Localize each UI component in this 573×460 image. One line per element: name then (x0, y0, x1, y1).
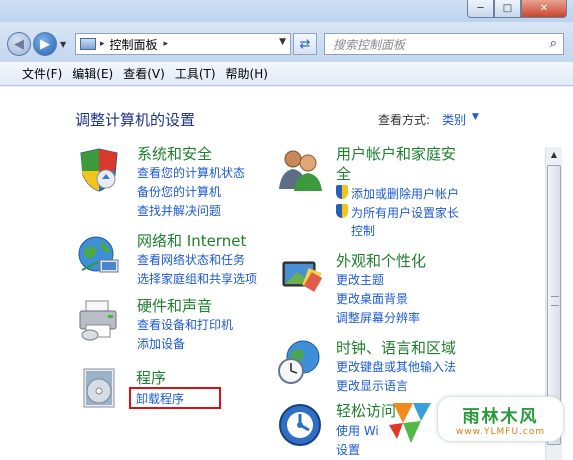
back-arrow-icon: ◀ (14, 36, 24, 52)
close-button[interactable]: ✕ (521, 0, 567, 18)
forward-button[interactable]: ▶ (33, 32, 57, 56)
view-by-label: 查看方式: (378, 113, 431, 127)
category-title-system[interactable]: 系统和安全 (137, 143, 212, 164)
menu-view[interactable]: 查看(V) (123, 65, 165, 82)
control-panel-icon (80, 38, 96, 50)
link-change-display-language[interactable]: 更改显示语言 (336, 377, 408, 394)
category-title-users[interactable]: 用户帐户和家庭安 (336, 143, 456, 164)
link-add-remove-accounts[interactable]: 添加或删除用户帐户 (351, 185, 459, 202)
clock-globe-icon[interactable] (277, 339, 323, 385)
link-homegroup-sharing[interactable]: 选择家庭组和共享选项 (137, 270, 257, 287)
category-network: 网络和 Internet 查看网络状态和任务 选择家庭组和共享选项 (76, 232, 276, 287)
link-change-desktop-background[interactable]: 更改桌面背景 (336, 290, 408, 307)
scroll-up-icon[interactable]: ▲ (546, 147, 562, 163)
link-change-keyboard-input[interactable]: 更改键盘或其他输入法 (336, 358, 456, 375)
link-screen-resolution[interactable]: 调整屏幕分辨率 (336, 309, 420, 326)
menu-help[interactable]: 帮助(H) (226, 65, 268, 82)
programs-disc-icon[interactable] (76, 365, 122, 411)
watermark-name: 雨林木风 (462, 406, 539, 427)
link-devices-printers[interactable]: 查看设备和打印机 (137, 316, 233, 333)
chevron-down-icon[interactable]: ▼ (472, 112, 479, 122)
navigation-bar: ◀ ▶ ▼ ▸ 控制面板 ▸ ▼ ⇄ 搜索控制面板 ⌕ (0, 22, 573, 62)
link-change-theme[interactable]: 更改主题 (336, 271, 384, 288)
link-parental-controls-continued[interactable]: 控制 (351, 222, 375, 239)
users-icon[interactable] (277, 147, 323, 193)
address-bar[interactable]: ▸ 控制面板 ▸ ▼ (75, 33, 291, 55)
breadcrumb-separator[interactable]: ▸ (164, 39, 169, 49)
link-ease-suggestions[interactable]: 使用 Wi (336, 422, 379, 439)
appearance-monitor-icon[interactable] (277, 252, 323, 298)
forward-arrow-icon: ▶ (40, 36, 50, 52)
link-parental-controls[interactable]: 为所有用户设置家长 (351, 204, 459, 221)
page-title: 调整计算机的设置 (75, 111, 196, 129)
printer-icon[interactable] (76, 297, 122, 343)
link-add-device[interactable]: 添加设备 (137, 335, 185, 352)
category-title-network[interactable]: 网络和 Internet (137, 230, 246, 251)
link-network-status[interactable]: 查看网络状态和任务 (137, 251, 245, 268)
link-backup-computer[interactable]: 备份您的计算机 (137, 183, 221, 200)
breadcrumb-separator[interactable]: ▸ (100, 39, 105, 49)
link-view-computer-status[interactable]: 查看您的计算机状态 (137, 164, 245, 181)
category-title-appearance[interactable]: 外观和个性化 (336, 250, 426, 271)
security-shield-icon[interactable] (76, 147, 122, 193)
uac-shield-icon (336, 185, 348, 199)
category-clock-language: 时钟、语言和区域 更改键盘或其他输入法 更改显示语言 (277, 339, 477, 394)
menu-file[interactable]: 文件(F) (22, 65, 62, 82)
uac-shield-icon (336, 204, 348, 218)
back-button[interactable]: ◀ (7, 32, 31, 56)
menu-edit[interactable]: 编辑(E) (72, 65, 113, 82)
category-hardware-sound: 硬件和声音 查看设备和打印机 添加设备 (76, 297, 276, 352)
magnifier-icon[interactable]: ⌕ (550, 36, 557, 51)
view-by-dropdown[interactable]: 类别 (442, 111, 466, 128)
ease-of-access-icon[interactable] (277, 402, 323, 448)
category-title-hardware[interactable]: 硬件和声音 (137, 295, 212, 316)
search-box[interactable]: 搜索控制面板 ⌕ (324, 33, 564, 55)
watermark-logo-icon (389, 403, 431, 443)
category-system-security: 系统和安全 查看您的计算机状态 备份您的计算机 查找并解决问题 (76, 145, 276, 227)
category-title-clock[interactable]: 时钟、语言和区域 (336, 337, 456, 358)
link-troubleshoot[interactable]: 查找并解决问题 (137, 202, 221, 219)
category-user-accounts: 用户帐户和家庭安 全 添加或删除用户帐户 为所有用户设置家长 控制 (277, 145, 477, 239)
menu-bar: 文件(F) 编辑(E) 查看(V) 工具(T) 帮助(H) (0, 62, 573, 86)
address-dropdown-icon[interactable]: ▼ (279, 37, 286, 47)
recent-pages-dropdown[interactable]: ▼ (60, 40, 66, 49)
refresh-icon: ⇄ (299, 36, 311, 52)
search-input[interactable]: 搜索控制面板 (333, 36, 405, 53)
menu-tools[interactable]: 工具(T) (175, 65, 216, 82)
maximize-button[interactable]: □ (494, 0, 521, 18)
refresh-button[interactable]: ⇄ (293, 33, 317, 55)
watermark-url: www.YLMFU.com (455, 426, 546, 437)
category-appearance: 外观和个性化 更改主题 更改桌面背景 调整屏幕分辨率 (277, 250, 477, 325)
breadcrumb-control-panel[interactable]: 控制面板 (110, 36, 158, 53)
title-bar: ─ □ ✕ (0, 0, 573, 22)
window-controls: ─ □ ✕ (467, 0, 567, 18)
watermark-badge: 雨林木风 www.YLMFU.com (437, 396, 564, 442)
category-title-users-continued[interactable]: 全 (336, 163, 351, 184)
category-title-programs[interactable]: 程序 (136, 367, 166, 388)
minimize-button[interactable]: ─ (467, 0, 494, 18)
link-ease-settings[interactable]: 设置 (336, 441, 360, 458)
highlight-box (129, 387, 221, 409)
network-globe-icon[interactable] (76, 232, 122, 278)
